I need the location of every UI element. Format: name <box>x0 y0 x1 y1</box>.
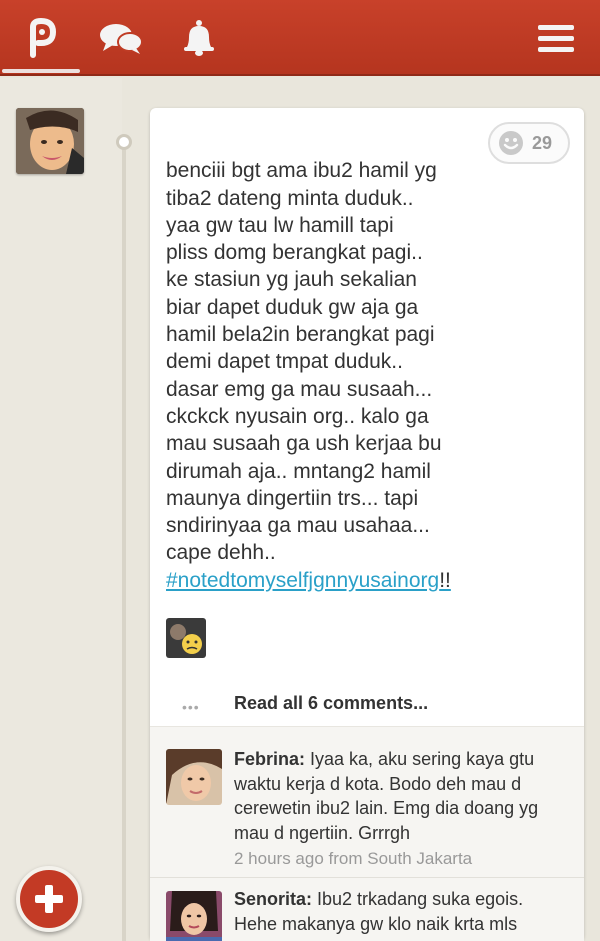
top-navigation-bar <box>0 0 600 76</box>
commenter-name[interactable]: Senorita: <box>234 889 312 909</box>
post-card: benciii bgt ama ibu2 hamil yg tiba2 date… <box>150 108 584 941</box>
path-home-tab[interactable] <box>0 0 82 76</box>
commenter-name[interactable]: Febrina: <box>234 749 305 769</box>
comment-text: Senorita: Ibu2 trkadang suka egois. Hehe… <box>234 887 570 936</box>
plus-icon <box>35 885 63 913</box>
commenter-avatar[interactable] <box>166 749 222 805</box>
author-avatar[interactable] <box>16 108 84 174</box>
read-all-label: Read all 6 comments... <box>234 693 429 713</box>
add-post-button[interactable] <box>16 866 82 932</box>
reaction-thumbnail <box>166 618 206 658</box>
comment-meta: 2 hours ago from South Jakarta <box>234 849 473 868</box>
comment-text: Febrina: Iyaa ka, aku sering kaya gtu wa… <box>234 747 570 845</box>
comments-section: Febrina: Iyaa ka, aku sering kaya gtu wa… <box>150 726 584 941</box>
path-logo-icon <box>30 18 56 58</box>
notifications-tab[interactable] <box>166 0 232 76</box>
smile-button[interactable]: 29 <box>488 122 570 164</box>
menu-button[interactable] <box>526 0 586 76</box>
hashtag-suffix: !! <box>439 568 451 592</box>
commenter-photo <box>166 891 222 941</box>
post-text: benciii bgt ama ibu2 hamil yg tiba2 date… <box>166 130 486 621</box>
hashtag-link[interactable]: #notedtomyselfjgnnyusainorg!! <box>166 567 466 594</box>
ellipsis-icon: ••• <box>182 699 200 715</box>
chat-icon <box>100 24 143 54</box>
messages-tab[interactable] <box>88 0 154 76</box>
smile-icon <box>499 131 523 155</box>
reaction-avatar[interactable] <box>166 618 206 658</box>
comment-divider <box>150 877 584 878</box>
timeline-dot <box>116 134 132 150</box>
author-photo <box>16 108 84 174</box>
timeline-line <box>122 140 126 941</box>
bell-icon <box>184 20 214 56</box>
smile-count: 29 <box>532 132 553 153</box>
commenter-photo <box>166 749 222 805</box>
commenter-avatar[interactable] <box>166 891 222 941</box>
post-body: benciii bgt ama ibu2 hamil yg tiba2 date… <box>166 159 442 565</box>
read-all-comments[interactable]: ••• Read all 6 comments... <box>150 684 584 724</box>
menu-icon <box>538 25 574 52</box>
timeline-gutter <box>0 78 122 941</box>
